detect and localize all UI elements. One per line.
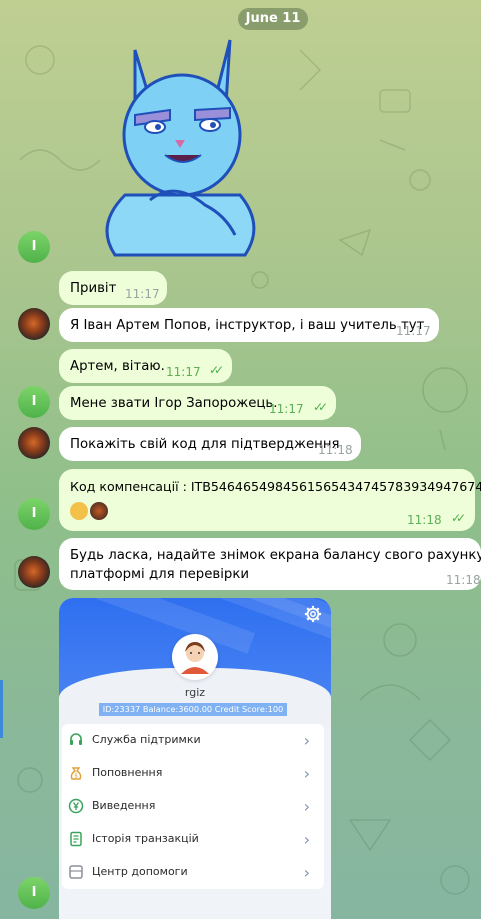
read-check-icon: ✓✓ [313, 400, 328, 414]
message-time: 11:17 [166, 365, 201, 379]
message-text-line-1: Будь ласка, надайте знімок екрана баланс… [70, 548, 481, 563]
chevron-right-icon: › [303, 863, 310, 882]
message-text: Артем, вітаю. [70, 359, 165, 374]
message-text: Покажіть свій код для підтвердження [70, 437, 340, 452]
message-bubble[interactable]: Привіт 11:17 [59, 271, 167, 305]
sender-avatar[interactable]: I [18, 498, 50, 530]
sender-avatar[interactable]: I [18, 386, 50, 418]
side-indicator [0, 680, 3, 738]
gear-icon[interactable] [304, 605, 322, 623]
message-bubble[interactable]: Мене звати Ігор Запорожець. 11:17 ✓✓ [59, 386, 336, 420]
message-time: 11:18 [446, 573, 481, 587]
message-time: 11:17 [269, 402, 304, 416]
message-bubble[interactable]: Артем, вітаю. 11:17 ✓✓ [59, 349, 232, 383]
emoji-avatar [90, 502, 108, 520]
username: rgiz [184, 686, 206, 699]
sender-avatar[interactable]: I [18, 877, 50, 909]
svg-text:$: $ [74, 773, 78, 780]
message-text: Я Іван Артем Попов, інструктор, і ваш уч… [70, 318, 425, 333]
message-time: 11:17 [396, 324, 431, 338]
menu-item-label: Виведення [92, 799, 156, 812]
menu-item-label: Поповнення [92, 766, 163, 779]
menu-item-deposit[interactable]: $ Поповнення › [62, 757, 324, 790]
handshake-emoji [70, 502, 88, 520]
yen-coin-icon [68, 798, 84, 814]
chevron-right-icon: › [303, 830, 310, 849]
coin-bag-icon: $ [70, 767, 82, 780]
help-box-icon [69, 865, 83, 879]
read-check-icon: ✓✓ [209, 363, 224, 377]
message-time: 11:18 [407, 513, 442, 527]
profile-avatar [172, 634, 218, 680]
contact-avatar[interactable] [18, 308, 50, 340]
headset-icon [70, 733, 82, 745]
menu-item-label: Центр допомоги [92, 865, 188, 878]
message-time: 11:18 [318, 443, 353, 457]
message-time: 11:17 [125, 287, 160, 301]
message-bubble[interactable]: Будь ласка, надайте знімок екрана баланс… [59, 538, 481, 590]
menu-item-label: Служба підтримки [92, 733, 201, 746]
contact-avatar[interactable] [18, 556, 50, 588]
cat-sticker[interactable] [95, 30, 265, 265]
message-text-line-2: платформі для перевірки [70, 567, 250, 582]
date-separator: June 11 [238, 8, 308, 30]
menu-item-support[interactable]: Служба підтримки › [62, 724, 324, 757]
menu-item-history[interactable]: Історія транзакцій › [62, 823, 324, 856]
message-text: Код компенсації : ITB5464654984561565434… [70, 479, 481, 494]
message-bubble[interactable]: Я Іван Артем Попов, інструктор, і ваш уч… [59, 308, 439, 342]
account-stats: ID:23337 Balance:3600.00 Credit Score:10… [99, 703, 287, 716]
message-text: Привіт [70, 281, 117, 296]
menu-item-label: Історія транзакцій [92, 832, 199, 845]
read-check-icon: ✓✓ [451, 511, 466, 525]
message-bubble[interactable]: Покажіть свій код для підтвердження 11:1… [59, 427, 361, 461]
menu-item-withdraw[interactable]: Виведення › [62, 790, 324, 823]
chevron-right-icon: › [303, 764, 310, 783]
message-bubble[interactable]: Код компенсації : ITB5464654984561565434… [59, 469, 481, 531]
menu-item-help[interactable]: Центр допомоги › [62, 856, 324, 889]
account-menu: Служба підтримки › $ Поповнення › Виведе… [62, 724, 324, 889]
balance-screenshot[interactable]: rgiz ID:23337 Balance:3600.00 Credit Sco… [59, 598, 331, 919]
chevron-right-icon: › [303, 731, 310, 750]
document-icon [70, 831, 82, 847]
sender-avatar[interactable]: I [18, 231, 50, 263]
message-text: Мене звати Ігор Запорожець. [70, 396, 278, 411]
chevron-right-icon: › [303, 797, 310, 816]
contact-avatar[interactable] [18, 427, 50, 459]
